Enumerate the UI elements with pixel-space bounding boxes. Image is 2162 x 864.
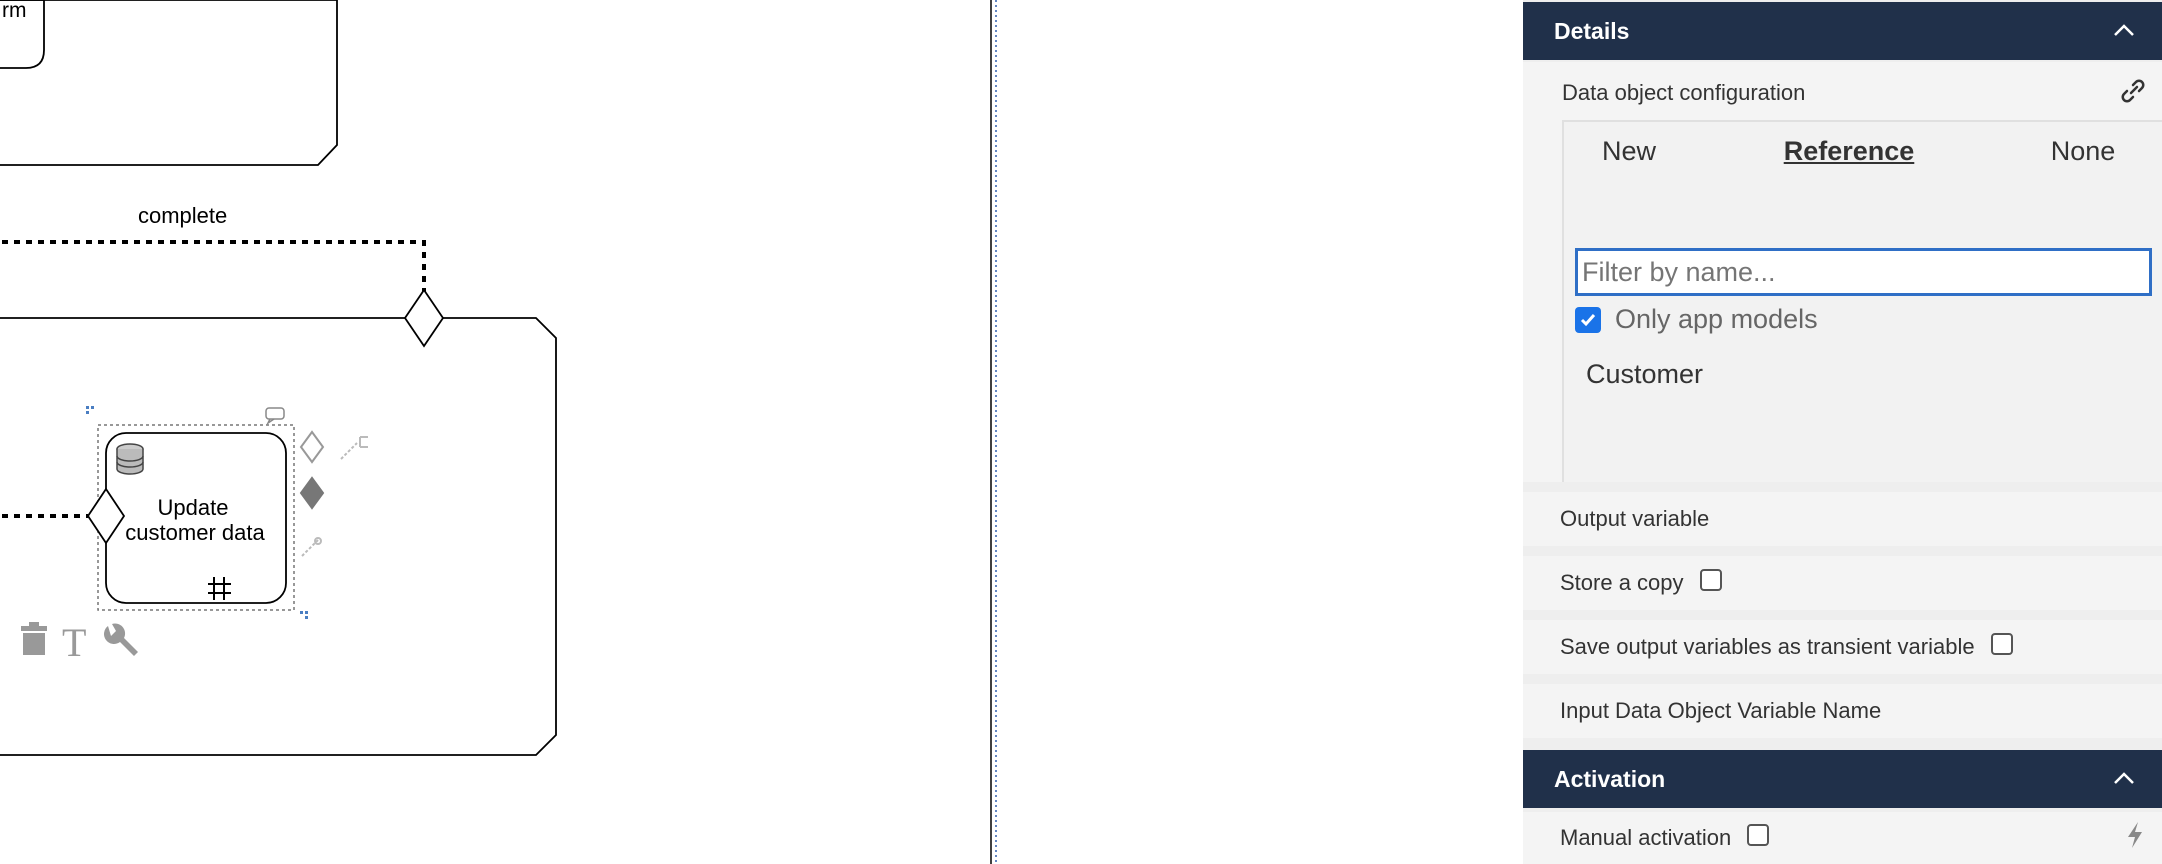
activation-title: Activation: [1554, 765, 1666, 792]
chevron-up-icon[interactable]: [2112, 768, 2136, 788]
save-transient-row: Save output variables as transient varia…: [1523, 620, 2162, 674]
save-transient-checkbox[interactable]: [1990, 633, 2013, 655]
task-label-line1: Update: [158, 495, 229, 520]
bpmn-canvas[interactable]: rm complete Update customer data T: [0, 0, 1523, 864]
input-data-object-label: Input Data Object Variable Name: [1560, 698, 1882, 723]
data-object-configuration-label: Data object configuration: [1562, 80, 1806, 105]
chevron-up-icon[interactable]: [2112, 20, 2136, 40]
store-copy-label: Store a copy: [1560, 570, 1684, 595]
details-section-header[interactable]: Details: [1523, 2, 2162, 60]
tab-reference[interactable]: Reference: [1694, 122, 2006, 180]
data-object-configuration: Data object configuration New Reference …: [1523, 62, 2162, 482]
tab-new[interactable]: New: [1564, 122, 1696, 180]
comment-icon[interactable]: [265, 407, 285, 426]
properties-panel: Details Data object configuration New Re…: [1523, 0, 2162, 864]
wrench-icon[interactable]: [104, 623, 138, 656]
only-app-models-checkbox[interactable]: [1575, 306, 1601, 333]
text-icon[interactable]: T: [62, 620, 86, 665]
result-item-customer[interactable]: Customer: [1586, 359, 1703, 390]
resize-handle-top-left[interactable]: [86, 406, 89, 409]
store-copy-row: Store a copy: [1523, 556, 2162, 610]
top-container-shape[interactable]: [0, 0, 338, 166]
tab-none[interactable]: None: [2004, 122, 2162, 180]
task-label-line2: customer data: [125, 520, 265, 545]
diagram-svg: rm complete Update customer data T: [0, 0, 997, 864]
bolt-icon: [2128, 822, 2142, 848]
save-transient-label: Save output variables as transient varia…: [1560, 634, 1975, 659]
filter-by-name-input[interactable]: [1575, 248, 2152, 296]
link-icon[interactable]: [2118, 76, 2148, 106]
append-exclusive-gateway-icon[interactable]: [299, 476, 325, 510]
details-title: Details: [1554, 17, 1630, 44]
activation-section-header[interactable]: Activation: [1523, 750, 2162, 808]
association-line-top[interactable]: [0, 240, 426, 292]
input-data-object-row[interactable]: Input Data Object Variable Name: [1523, 684, 2162, 738]
manual-activation-checkbox[interactable]: [1747, 824, 1770, 846]
output-variable-row[interactable]: Output variable: [1523, 492, 2162, 546]
append-gateway-icon[interactable]: [299, 430, 325, 464]
reference-tabs-box: New Reference None Only app models Custo…: [1562, 120, 2162, 482]
store-copy-checkbox[interactable]: [1699, 569, 1722, 591]
connector-icon[interactable]: [340, 436, 368, 460]
database-icon: [116, 443, 144, 475]
flow-label: complete: [138, 203, 227, 228]
manual-activation-label: Manual activation: [1560, 825, 1732, 850]
only-app-models-label: Only app models: [1615, 304, 1818, 334]
manual-activation-row: Manual activation: [1523, 812, 2162, 864]
trash-icon[interactable]: [21, 622, 47, 655]
resize-handle-bottom-right[interactable]: [300, 611, 303, 614]
checkmark-icon: [1580, 313, 1596, 326]
only-app-models-row[interactable]: Only app models: [1575, 304, 1818, 335]
output-variable-label: Output variable: [1560, 506, 1710, 531]
wrench-small-icon[interactable]: [301, 537, 322, 557]
gateway-top[interactable]: [403, 288, 445, 348]
partial-task-label: rm: [2, 0, 27, 22]
